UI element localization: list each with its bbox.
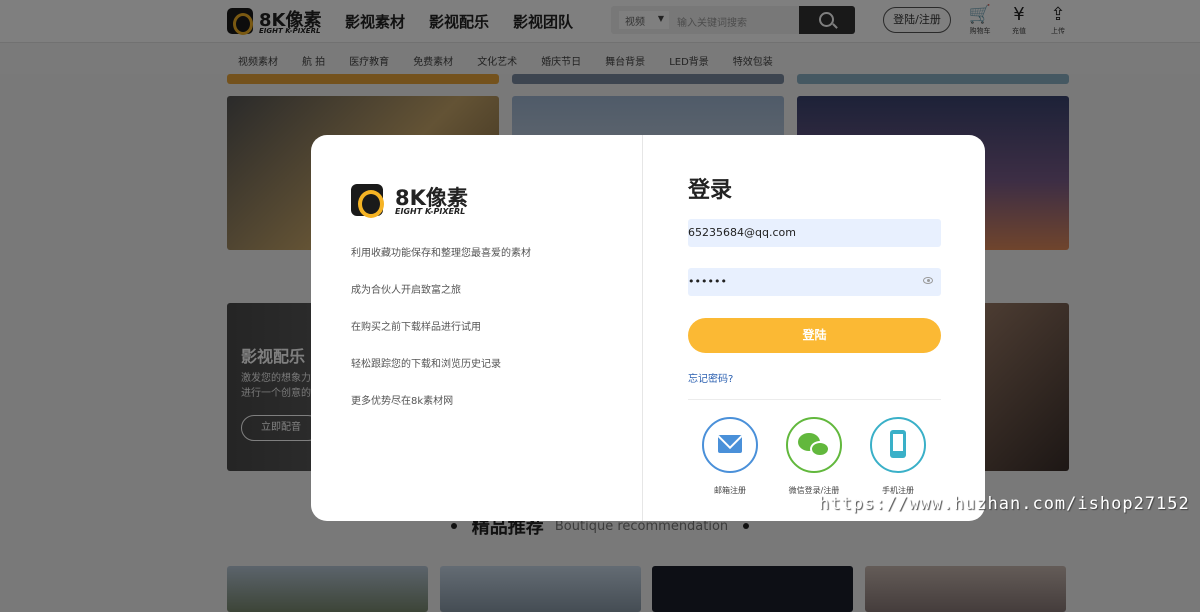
modal-divider xyxy=(642,135,643,521)
envelope-icon xyxy=(718,435,742,453)
feature-list: 利用收藏功能保存和整理您最喜爱的素材 成为合伙人开启致富之旅 在购买之前下载样品… xyxy=(351,244,531,429)
modal-logo-subtitle: EIGHT K-PIXERL xyxy=(395,207,466,216)
feature-item: 在购买之前下载样品进行试用 xyxy=(351,322,481,333)
login-modal: 8K像素 EIGHT K-PIXERL 利用收藏功能保存和整理您最喜爱的素材 成… xyxy=(311,135,985,521)
social-divider xyxy=(688,399,941,400)
email-register-label: 邮箱注册 xyxy=(714,486,746,495)
show-password-icon[interactable] xyxy=(923,277,933,284)
wechat-bubble-icon xyxy=(810,441,830,457)
phone-register-option[interactable]: 手机注册 xyxy=(858,417,938,496)
logo-mark-icon xyxy=(351,184,384,218)
email-value: 65235684@qq.com xyxy=(688,226,796,239)
login-submit-button[interactable]: 登陆 xyxy=(688,318,941,353)
watermark-text: https://www.huzhan.com/ishop27152 xyxy=(819,494,1190,514)
forgot-password-link[interactable]: 忘记密码? xyxy=(688,370,733,385)
feature-item: 成为合伙人开启致富之旅 xyxy=(351,285,461,296)
mobile-phone-icon xyxy=(890,430,906,458)
wechat-login-option[interactable]: 微信登录/注册 xyxy=(774,417,854,496)
feature-item: 利用收藏功能保存和整理您最喜爱的素材 xyxy=(351,248,531,259)
password-value: •••••• xyxy=(688,275,727,288)
password-field[interactable]: •••••• xyxy=(688,268,941,296)
email-icon[interactable] xyxy=(702,417,758,473)
feature-item: 轻松跟踪您的下载和浏览历史记录 xyxy=(351,359,501,370)
login-title: 登录 xyxy=(688,178,733,203)
phone-icon[interactable] xyxy=(870,417,926,473)
modal-logo: 8K像素 EIGHT K-PIXERL xyxy=(351,182,491,222)
feature-item: 更多优势尽在8k素材网 xyxy=(351,396,454,407)
wechat-icon[interactable] xyxy=(786,417,842,473)
email-register-option[interactable]: 邮箱注册 xyxy=(690,417,770,496)
email-field[interactable]: 65235684@qq.com xyxy=(688,219,941,247)
